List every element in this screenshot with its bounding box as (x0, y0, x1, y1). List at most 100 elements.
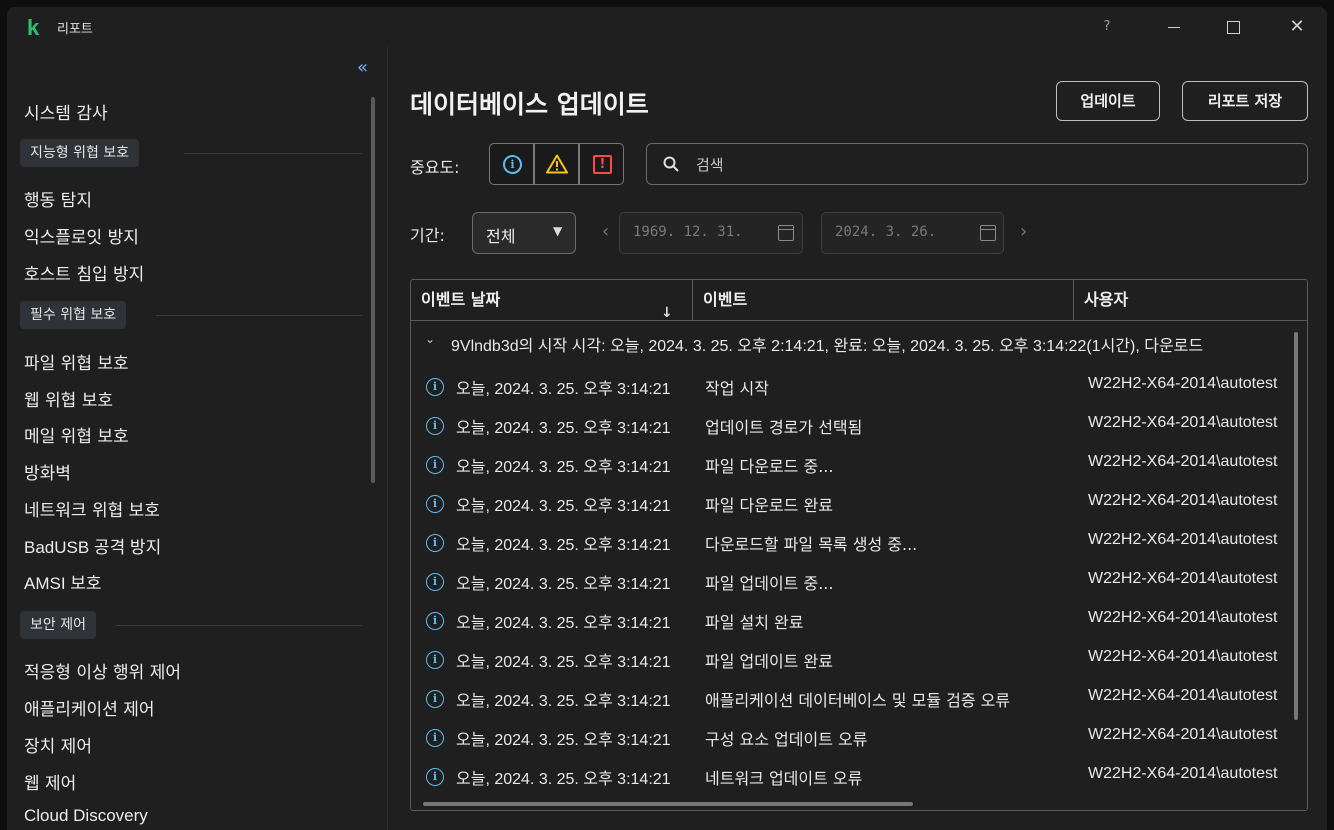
column-event-date[interactable]: 이벤트 날짜 ↓ (411, 280, 692, 321)
sidebar-item-file-threat[interactable]: 파일 위협 보호 (24, 349, 129, 374)
event-name: 업데이트 경로가 선택됨 (705, 418, 863, 437)
column-label: 이벤트 날짜 (421, 290, 501, 309)
sidebar-group-advanced-threat: 지능형 위협 보호 (20, 139, 140, 167)
previous-arrow-icon[interactable]: ‹ (602, 221, 609, 242)
table-group-row[interactable]: ⌄ 9Vlndb3d의 시작 시각: 오늘, 2024. 3. 25. 오후 2… (411, 328, 1291, 356)
severity-label: 중요도: (410, 158, 460, 177)
severity-critical-toggle[interactable]: ! (579, 143, 624, 185)
group-summary: 9Vlndb3d의 시작 시각: 오늘, 2024. 3. 25. 오후 2:1… (451, 338, 1204, 355)
table-row[interactable]: i 오늘, 2024. 3. 25. 오후 3:14:21 파일 설치 완료 W22H… (411, 600, 1291, 638)
sidebar: « 시스템 감사 지능형 위협 보호 행동 탐지 익스플로잇 방지 호스트 침입… (7, 47, 380, 830)
search-input[interactable]: 검색 (646, 143, 1308, 185)
event-name: 파일 설치 완료 (705, 613, 804, 632)
date-to-field[interactable]: 2024. 3. 26. (821, 212, 1004, 254)
event-user: W22H2-X64-2014\autotest (1088, 414, 1278, 431)
info-icon: i (426, 495, 444, 513)
divider (115, 625, 362, 626)
column-label: 이벤트 (703, 290, 748, 309)
info-icon: i (426, 534, 444, 552)
sidebar-divider (387, 47, 388, 830)
update-button[interactable]: 업데이트 (1056, 81, 1160, 121)
event-user: W22H2-X64-2014\autotest (1088, 648, 1278, 665)
event-date: 오늘, 2024. 3. 25. 오후 3:14:21 (456, 732, 671, 749)
event-name: 파일 업데이트 완료 (705, 652, 833, 671)
period-label: 기간: (410, 226, 445, 245)
event-name: 파일 업데이트 중... (705, 574, 834, 593)
event-name: 구성 요소 업데이트 오류 (705, 730, 868, 749)
date-from-value: 1969. 12. 31. (633, 224, 743, 240)
calendar-icon[interactable] (778, 225, 794, 241)
sidebar-item-application-control[interactable]: 애플리케이션 제어 (24, 695, 155, 720)
column-event[interactable]: 이벤트 (693, 280, 1073, 321)
sidebar-item-exploit-prevention[interactable]: 익스플로잇 방지 (24, 223, 139, 248)
horizontal-scrollbar[interactable] (423, 802, 913, 806)
table-row[interactable]: i 오늘, 2024. 3. 25. 오후 3:14:21 구성 요소 업데이트 오… (411, 717, 1291, 755)
severity-info-toggle[interactable]: i (489, 143, 534, 185)
severity-warning-toggle[interactable] (534, 143, 579, 185)
vertical-scrollbar[interactable] (1294, 332, 1298, 720)
window-title: 리포트 (57, 22, 93, 37)
save-report-button[interactable]: 리포트 저장 (1182, 81, 1308, 121)
info-icon: i (426, 456, 444, 474)
sidebar-item-badusb[interactable]: BadUSB 공격 방지 (24, 533, 161, 558)
sidebar-item-firewall[interactable]: 방화벽 (24, 459, 71, 484)
event-date: 오늘, 2024. 3. 25. 오후 3:14:21 (456, 693, 671, 710)
sidebar-item-web-threat[interactable]: 웹 위협 보호 (24, 386, 113, 411)
info-icon: i (426, 417, 444, 435)
event-user: W22H2-X64-2014\autotest (1088, 531, 1278, 548)
table-row[interactable]: i 오늘, 2024. 3. 25. 오후 3:14:21 파일 업데이트 완료 W2… (411, 639, 1291, 677)
info-icon: i (503, 155, 522, 174)
date-from-field[interactable]: 1969. 12. 31. (619, 212, 803, 254)
table-row[interactable]: i 오늘, 2024. 3. 25. 오후 3:14:21 파일 다운로드 완료 W2… (411, 483, 1291, 521)
title-bar: k 리포트 ? ✕ (7, 7, 1327, 47)
table-row[interactable]: i 오늘, 2024. 3. 25. 오후 3:14:21 애플리케이션 데이터베이… (411, 678, 1291, 716)
info-icon: i (426, 729, 444, 747)
sidebar-item-system-audit[interactable]: 시스템 감사 (24, 99, 108, 124)
next-arrow-icon[interactable]: › (1020, 221, 1027, 242)
sidebar-scrollbar[interactable] (371, 97, 375, 483)
sidebar-item-adaptive-anomaly[interactable]: 적응형 이상 행위 제어 (24, 658, 181, 683)
event-date: 오늘, 2024. 3. 25. 오후 3:14:21 (456, 381, 671, 398)
event-name: 작업 시작 (705, 379, 769, 398)
event-date: 오늘, 2024. 3. 25. 오후 3:14:21 (456, 537, 671, 554)
column-user[interactable]: 사용자 (1074, 280, 1307, 321)
help-button[interactable]: ? (1095, 15, 1119, 39)
event-date: 오늘, 2024. 3. 25. 오후 3:14:21 (456, 771, 671, 788)
event-name: 애플리케이션 데이터베이스 및 모듈 검증 오류 (705, 691, 1011, 710)
event-date: 오늘, 2024. 3. 25. 오후 3:14:21 (456, 576, 671, 593)
sidebar-item-mail-threat[interactable]: 메일 위협 보호 (24, 422, 129, 447)
event-user: W22H2-X64-2014\autotest (1088, 453, 1278, 470)
sidebar-item-web-control[interactable]: 웹 제어 (24, 769, 76, 794)
sidebar-item-network-threat[interactable]: 네트워크 위협 보호 (24, 496, 160, 521)
info-icon: i (426, 612, 444, 630)
sidebar-item-amsi[interactable]: AMSI 보호 (24, 569, 102, 594)
table-row[interactable]: i 오늘, 2024. 3. 25. 오후 3:14:21 네트워크 업데이트 오류… (411, 756, 1291, 794)
sort-descending-icon[interactable]: ↓ (661, 293, 673, 333)
event-user: W22H2-X64-2014\autotest (1088, 570, 1278, 587)
info-icon: i (426, 573, 444, 591)
maximize-button[interactable] (1221, 15, 1245, 39)
column-label: 사용자 (1084, 290, 1129, 309)
period-select[interactable]: 전체 ▼ (472, 212, 576, 254)
event-user: W22H2-X64-2014\autotest (1088, 765, 1278, 782)
chevron-down-icon: ▼ (553, 224, 563, 238)
event-name: 파일 다운로드 완료 (705, 496, 833, 515)
app-logo-icon: k (27, 15, 40, 40)
sidebar-item-behavior-detection[interactable]: 행동 탐지 (24, 186, 92, 211)
table-row[interactable]: i 오늘, 2024. 3. 25. 오후 3:14:21 파일 다운로드 중...… (411, 444, 1291, 482)
table-row[interactable]: i 오늘, 2024. 3. 25. 오후 3:14:21 파일 업데이트 중...… (411, 561, 1291, 599)
table-row[interactable]: i 오늘, 2024. 3. 25. 오후 3:14:21 작업 시작 W22H2-X… (411, 366, 1291, 404)
table-row[interactable]: i 오늘, 2024. 3. 25. 오후 3:14:21 다운로드할 파일 목록 … (411, 522, 1291, 560)
divider (184, 153, 362, 154)
calendar-icon[interactable] (980, 225, 996, 241)
table-row[interactable]: i 오늘, 2024. 3. 25. 오후 3:14:21 업데이트 경로가 선택됨… (411, 405, 1291, 443)
sidebar-item-cloud-discovery[interactable]: Cloud Discovery (24, 806, 148, 826)
event-user: W22H2-X64-2014\autotest (1088, 687, 1278, 704)
events-table: 이벤트 날짜 ↓ 이벤트 사용자 ⌄ 9Vlndb3d의 시작 시각: 오늘, … (410, 279, 1308, 811)
chevron-down-icon[interactable]: ⌄ (425, 332, 435, 346)
sidebar-item-host-intrusion[interactable]: 호스트 침입 방지 (24, 260, 144, 285)
sidebar-item-device-control[interactable]: 장치 제어 (24, 732, 92, 757)
close-button[interactable]: ✕ (1285, 15, 1309, 39)
collapse-sidebar-icon[interactable]: « (357, 57, 368, 78)
minimize-button[interactable] (1162, 15, 1186, 39)
